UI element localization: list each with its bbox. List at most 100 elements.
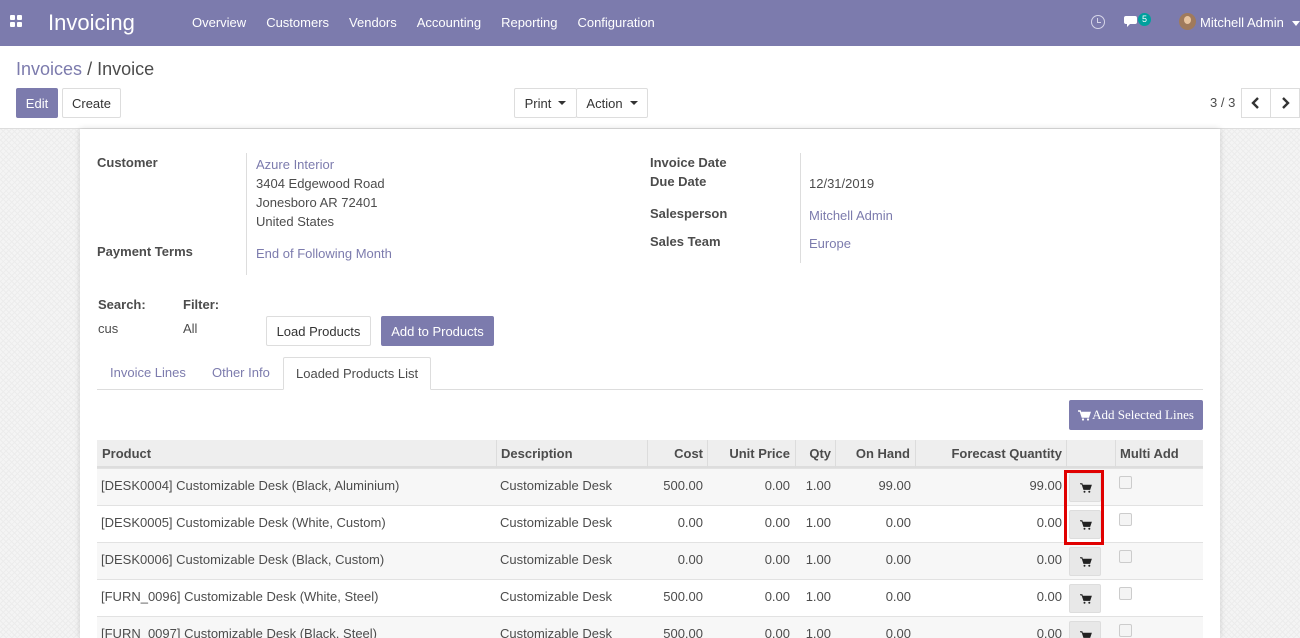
cart-icon (1078, 409, 1092, 421)
multi-add-checkbox[interactable] (1119, 587, 1132, 600)
breadcrumb: Invoices / Invoice (16, 59, 154, 80)
qty-cell: 1.00 (805, 515, 831, 530)
create-button[interactable]: Create (62, 88, 121, 118)
pager-next-button[interactable] (1270, 88, 1300, 118)
unit-price-cell: 0.00 (764, 478, 790, 493)
col-cost[interactable]: Cost (674, 446, 703, 461)
user-menu[interactable]: Mitchell Admin (1200, 15, 1284, 30)
due-date-value: 12/31/2019 (809, 176, 875, 191)
payment-terms-link[interactable]: End of Following Month (256, 246, 392, 261)
cost-cell: 0.00 (677, 552, 703, 567)
edit-button[interactable]: Edit (16, 88, 58, 118)
forecast-cell: 99.00 (1029, 478, 1062, 493)
multi-add-checkbox[interactable] (1119, 624, 1132, 637)
payment-terms-label: Payment Terms (97, 244, 193, 259)
load-products-button[interactable]: Load Products (266, 316, 371, 346)
app-title: Invoicing (48, 10, 135, 35)
due-date-label: Due Date (650, 174, 707, 189)
breadcrumb-invoices[interactable]: Invoices (16, 59, 82, 79)
col-product[interactable]: Product (102, 446, 151, 461)
add-selected-lines-button[interactable]: Add Selected Lines (1069, 400, 1203, 430)
main-menu: Overview Customers Vendors Accounting Re… (182, 0, 665, 46)
customer-label: Customer (97, 155, 158, 170)
table-header: Product Description Cost Unit Price Qty … (97, 440, 1203, 468)
multi-add-checkbox[interactable] (1119, 476, 1132, 489)
add-line-cart-button[interactable] (1069, 584, 1101, 613)
forecast-cell: 0.00 (1036, 552, 1062, 567)
print-button[interactable]: Print (514, 88, 577, 118)
on-hand-cell: 0.00 (885, 626, 911, 638)
action-button[interactable]: Action (576, 88, 648, 118)
tab-invoice-lines[interactable]: Invoice Lines (98, 357, 198, 390)
on-hand-cell: 99.00 (878, 478, 911, 493)
tab-other-info[interactable]: Other Info (200, 357, 282, 390)
table-row[interactable]: [DESK0004] Customizable Desk (Black, Alu… (97, 468, 1203, 505)
filter-label: Filter: (183, 297, 220, 312)
col-description[interactable]: Description (501, 446, 573, 461)
multi-add-checkbox[interactable] (1119, 513, 1132, 526)
search-label: Search: (98, 297, 146, 312)
qty-cell: 1.00 (805, 478, 831, 493)
forecast-cell: 0.00 (1036, 589, 1062, 604)
address-line-3: United States (256, 214, 335, 229)
cart-icon (1080, 594, 1092, 604)
form-sheet: Customer Azure Interior 3404 Edgewood Ro… (80, 129, 1220, 638)
add-line-cart-button[interactable] (1069, 547, 1101, 576)
highlight-annotation-box (1064, 470, 1104, 545)
customer-link[interactable]: Azure Interior (256, 157, 334, 172)
menu-vendors[interactable]: Vendors (339, 0, 407, 46)
menu-configuration[interactable]: Configuration (567, 0, 664, 46)
cost-cell: 500.00 (663, 478, 703, 493)
user-chevron-down-icon[interactable] (1292, 21, 1300, 26)
add-to-products-button[interactable]: Add to Products (381, 316, 494, 346)
filter-select[interactable]: All (183, 321, 197, 336)
add-line-cart-button[interactable] (1069, 621, 1101, 638)
cost-cell: 500.00 (663, 626, 703, 638)
col-multi-add[interactable]: Multi Add (1120, 446, 1179, 461)
pager-value: 3 / 3 (1210, 95, 1236, 110)
field-divider-right (800, 153, 801, 263)
col-unit-price[interactable]: Unit Price (729, 446, 790, 461)
invoice-date-label: Invoice Date (650, 155, 727, 170)
qty-cell: 1.00 (805, 589, 831, 604)
background-left (0, 129, 80, 638)
menu-accounting[interactable]: Accounting (407, 0, 491, 46)
print-caret-icon (558, 101, 567, 105)
multi-add-checkbox[interactable] (1119, 550, 1132, 563)
pager-previous-button[interactable] (1241, 88, 1271, 118)
unit-price-cell: 0.00 (764, 589, 790, 604)
add-selected-lines-label: Add Selected Lines (1092, 407, 1194, 422)
col-on-hand[interactable]: On Hand (856, 446, 910, 461)
print-label: Print (524, 95, 552, 111)
col-qty[interactable]: Qty (809, 446, 831, 461)
activity-clock-icon[interactable] (1091, 15, 1105, 29)
qty-cell: 1.00 (805, 552, 831, 567)
user-avatar[interactable] (1179, 13, 1196, 30)
cart-icon (1080, 631, 1092, 638)
action-caret-icon (629, 101, 638, 105)
table-row[interactable]: [DESK0006] Customizable Desk (Black, Cus… (97, 542, 1203, 579)
chat-count-badge: 5 (1138, 13, 1152, 26)
on-hand-cell: 0.00 (885, 552, 911, 567)
on-hand-cell: 0.00 (885, 589, 911, 604)
table-row[interactable]: [DESK0005] Customizable Desk (White, Cus… (97, 505, 1203, 542)
menu-customers[interactable]: Customers (256, 0, 339, 46)
menu-overview[interactable]: Overview (182, 0, 256, 46)
description-cell: Customizable Desk (500, 515, 612, 530)
breadcrumb-current: Invoice (97, 59, 155, 79)
table-row[interactable]: [FURN_0096] Customizable Desk (White, St… (97, 579, 1203, 616)
menu-reporting[interactable]: Reporting (491, 0, 567, 46)
field-divider (246, 153, 247, 275)
table-row[interactable]: [FURN_0097] Customizable Desk (Black, St… (97, 616, 1203, 638)
qty-cell: 1.00 (805, 626, 831, 638)
search-input[interactable]: cus (98, 321, 118, 336)
col-forecast-quantity[interactable]: Forecast Quantity (951, 446, 1062, 461)
address-line-2: Jonesboro AR 72401 (256, 195, 378, 210)
tab-loaded-products-list[interactable]: Loaded Products List (283, 357, 432, 390)
salesperson-link[interactable]: Mitchell Admin (809, 208, 893, 223)
chevron-right-icon (1282, 97, 1290, 109)
apps-menu-icon[interactable] (10, 15, 24, 29)
product-cell: [DESK0005] Customizable Desk (White, Cus… (101, 515, 386, 530)
forecast-cell: 0.00 (1036, 626, 1062, 638)
sales-team-link[interactable]: Europe (809, 236, 851, 251)
